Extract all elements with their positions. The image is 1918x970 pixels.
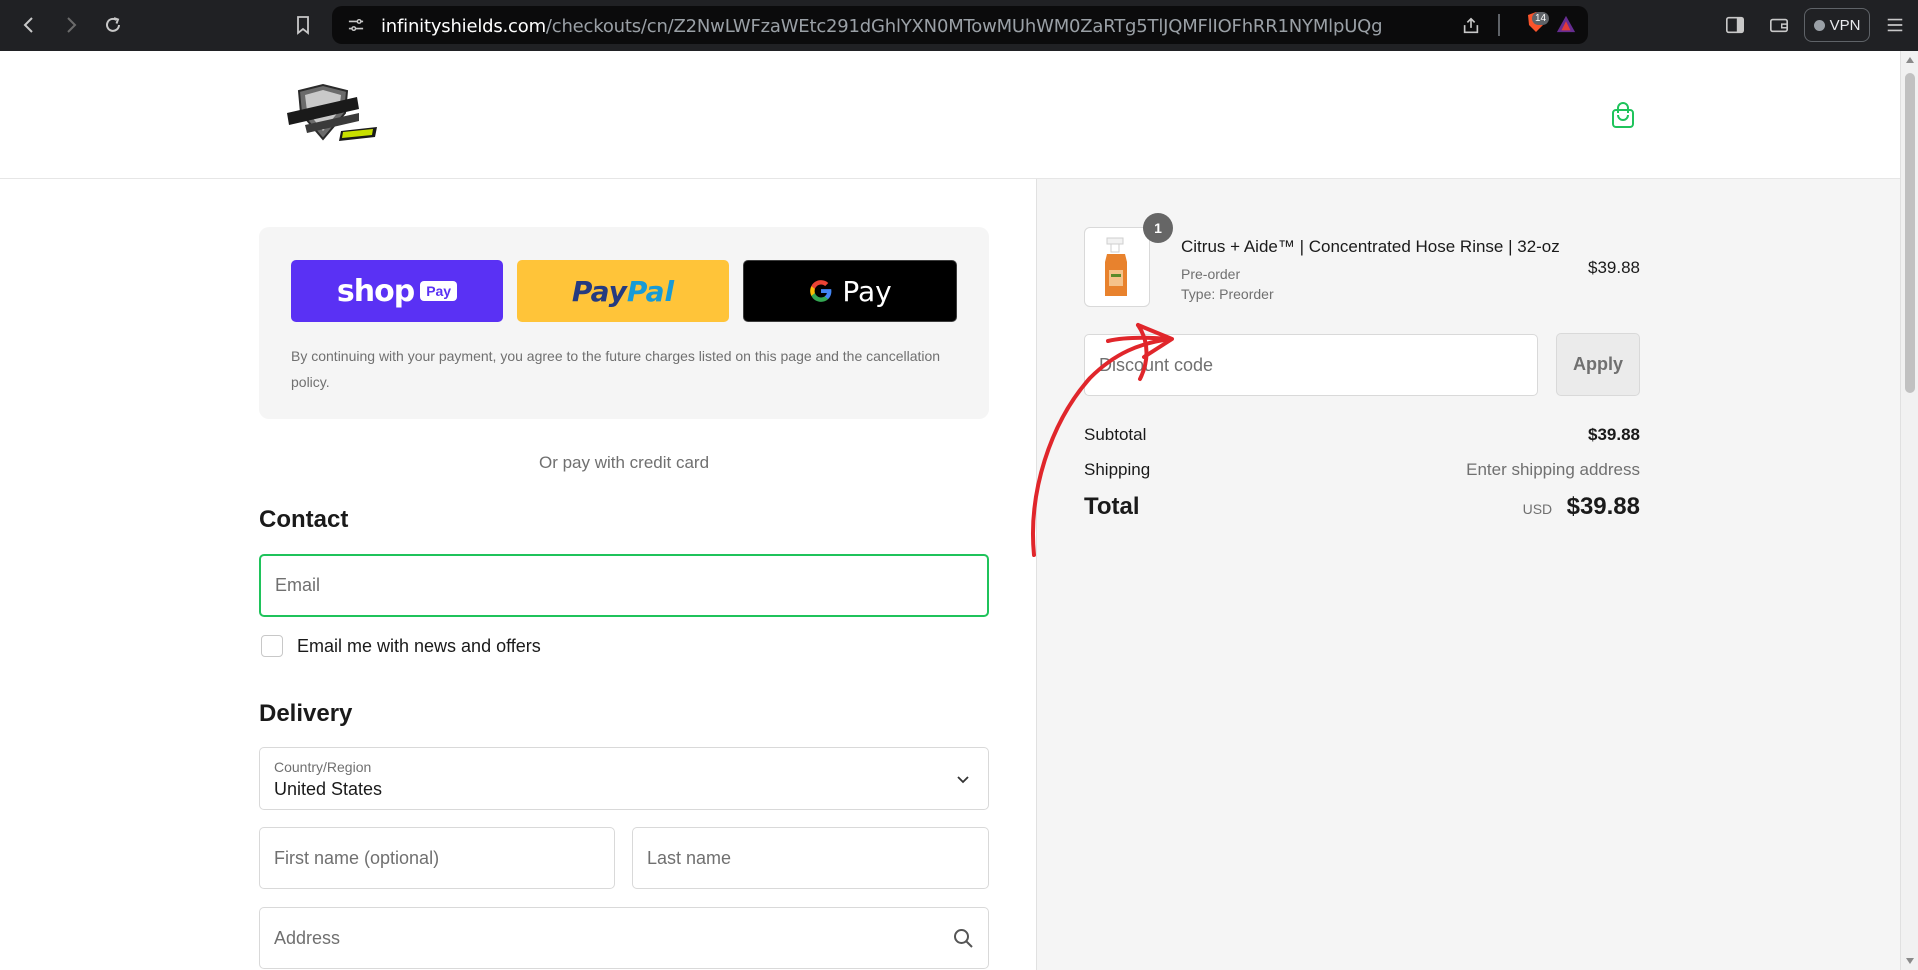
total-label: Total	[1084, 493, 1140, 520]
product-price: $39.88	[1588, 258, 1640, 277]
product-thumbnail	[1084, 227, 1150, 307]
or-pay-divider-text: Or pay with credit card	[538, 453, 710, 472]
spray-bottle-image	[1105, 237, 1127, 296]
total-value: $39.88	[1566, 493, 1640, 520]
brave-rewards-icon[interactable]	[1554, 13, 1578, 35]
vpn-status-icon	[1813, 19, 1825, 31]
forward-icon[interactable]	[58, 12, 84, 38]
shipping-label: Shipping	[1084, 460, 1151, 479]
infinity-shields-logo[interactable]	[285, 83, 380, 151]
last-name-field[interactable]	[632, 827, 989, 889]
paypal-button[interactable]: PayPal	[517, 260, 729, 322]
url-text[interactable]: infinityshields.com/checkouts/cn/Z2NwLWF…	[381, 16, 1383, 37]
sidebar-toggle-icon[interactable]	[1724, 14, 1746, 36]
search-icon	[954, 929, 973, 948]
reload-icon[interactable]	[100, 12, 126, 38]
wallet-icon[interactable]	[1768, 14, 1790, 36]
subtotal-row: Subtotal $39.88	[1084, 425, 1640, 445]
shipping-value: Enter shipping address	[1466, 460, 1640, 479]
product-preorder-label: Pre-order	[1181, 266, 1241, 282]
page-scrollbar[interactable]	[1900, 51, 1918, 970]
first-name-input[interactable]	[260, 828, 614, 888]
newsletter-option[interactable]: Email me with news and offers	[261, 635, 541, 657]
country-select[interactable]: Country/Region United States	[259, 747, 989, 810]
delivery-heading: Delivery	[259, 700, 353, 727]
chevron-down-icon	[957, 776, 969, 784]
scroll-up-icon[interactable]	[1906, 57, 1914, 63]
google-pay-button[interactable]: Pay	[743, 260, 957, 322]
express-checkout-box: shop Pay PayPal Pay By continuing with y…	[259, 227, 989, 419]
checkout-page: shop Pay PayPal Pay By continuing with y…	[0, 51, 1900, 970]
address-field[interactable]	[259, 907, 989, 969]
apply-discount-button[interactable]: Apply	[1556, 333, 1640, 396]
last-name-input[interactable]	[633, 828, 988, 888]
email-field[interactable]	[259, 554, 989, 617]
contact-heading: Contact	[259, 506, 349, 533]
browser-toolbar: infinityshields.com/checkouts/cn/Z2NwLWF…	[0, 0, 1918, 51]
country-label: Country/Region	[274, 759, 372, 775]
country-value: United States	[274, 779, 383, 799]
scrollbar-thumb[interactable]	[1905, 73, 1915, 393]
total-row: Total USD $39.88	[1084, 493, 1640, 521]
discount-code-input[interactable]	[1085, 335, 1537, 395]
cart-bag-icon[interactable]	[1611, 101, 1635, 129]
total-currency: USD	[1522, 501, 1553, 517]
newsletter-checkbox[interactable]	[261, 635, 283, 657]
quantity-badge: 1	[1143, 213, 1173, 243]
toolbar-divider	[1498, 14, 1500, 36]
shipping-row: Shipping Enter shipping address	[1084, 460, 1640, 480]
payment-consent-text: By continuing with your payment, you agr…	[291, 348, 941, 390]
order-summary-panel	[1036, 179, 1900, 970]
product-title: Citrus + Aide™ | Concentrated Hose Rinse…	[1181, 237, 1560, 256]
shop-pay-button[interactable]: shop Pay	[291, 260, 503, 322]
email-input[interactable]	[261, 556, 987, 615]
back-icon[interactable]	[16, 12, 42, 38]
subtotal-label: Subtotal	[1084, 425, 1147, 444]
scroll-down-icon[interactable]	[1906, 958, 1914, 964]
subtotal-value: $39.88	[1588, 425, 1640, 444]
address-input[interactable]	[260, 908, 988, 968]
store-header	[0, 51, 1900, 179]
address-bar[interactable]: infinityshields.com/checkouts/cn/Z2NwLWF…	[332, 6, 1588, 44]
shield-count-badge: 14	[1532, 12, 1550, 25]
discount-code-field[interactable]	[1084, 334, 1538, 396]
newsletter-label: Email me with news and offers	[297, 635, 541, 656]
google-g-icon	[810, 280, 832, 302]
bookmark-icon[interactable]	[290, 12, 316, 38]
first-name-field[interactable]	[259, 827, 615, 889]
share-icon[interactable]	[1460, 15, 1482, 37]
product-type-label: Type: Preorder	[1181, 286, 1274, 302]
site-settings-icon[interactable]	[346, 16, 366, 34]
menu-icon[interactable]	[1884, 14, 1906, 36]
vpn-button[interactable]: VPN	[1804, 8, 1870, 42]
